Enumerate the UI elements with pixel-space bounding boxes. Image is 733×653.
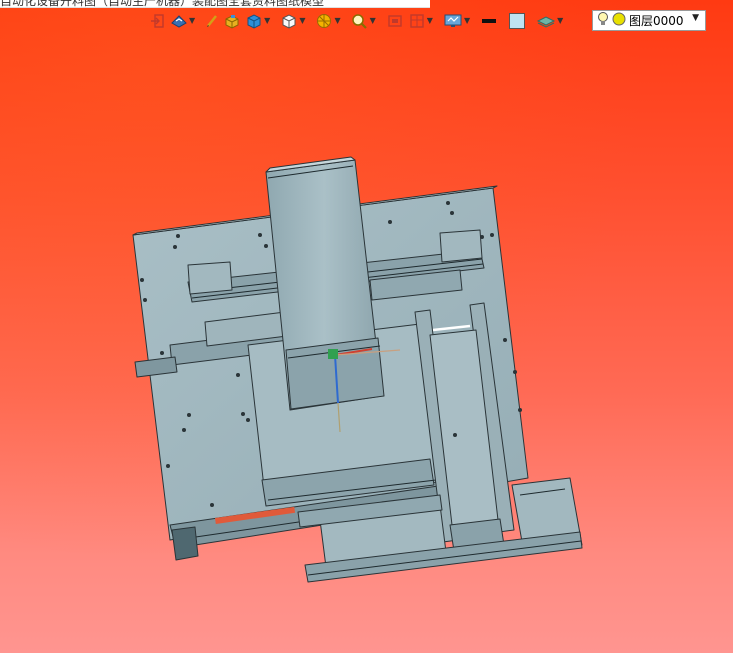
chevron-down-icon[interactable]: ▼	[464, 17, 470, 25]
pen-icon	[205, 13, 219, 29]
fill-color-icon	[508, 12, 526, 30]
chevron-down-icon[interactable]: ▼	[334, 17, 340, 25]
white-cube-icon	[280, 13, 298, 29]
layer-stack-icon	[536, 13, 556, 29]
lightbulb-icon	[597, 11, 609, 31]
render-style-button[interactable]: ▼	[313, 10, 348, 32]
sketch-button[interactable]	[203, 10, 221, 32]
heads-up-toolbar: ▼ ▼ ▼ ▼ ▼ ▼ ▼ ▼	[148, 10, 571, 32]
chevron-down-icon[interactable]: ▼	[370, 17, 376, 25]
line-color-button[interactable]	[478, 10, 500, 32]
cube-view-button[interactable]: ▼	[243, 10, 278, 32]
layer-stack-button[interactable]: ▼	[534, 10, 571, 32]
dimension-icon	[408, 13, 426, 29]
view-orient-button[interactable]: ▼	[168, 10, 203, 32]
display-settings-button[interactable]: ▼	[441, 10, 478, 32]
model-viewport[interactable]	[0, 34, 733, 653]
chevron-down-icon[interactable]: ▼	[427, 17, 433, 25]
chevron-down-icon[interactable]: ▼	[189, 17, 195, 25]
chevron-down-icon[interactable]: ▼	[299, 17, 305, 25]
current-layer-label: 图层0000	[629, 14, 684, 28]
window-titlebar: 自动化设备开料图（自动生产机器）装配图全套资料图纸模型	[0, 0, 430, 8]
solid-box-icon	[223, 13, 241, 29]
view-orient-icon	[170, 13, 188, 29]
solid-box-button[interactable]	[221, 10, 243, 32]
layer-color-icon	[612, 11, 626, 30]
white-cube-button[interactable]: ▼	[278, 10, 313, 32]
zoom-button[interactable]: ▼	[349, 10, 384, 32]
window-title: 自动化设备开料图（自动生产机器）装配图全套资料图纸模型	[0, 0, 325, 8]
chevron-down-icon[interactable]: ▼	[692, 13, 699, 23]
dimension-button[interactable]: ▼	[406, 10, 441, 32]
chevron-down-icon[interactable]: ▼	[557, 17, 563, 25]
fill-color-button[interactable]	[506, 10, 528, 32]
zoom-icon	[351, 13, 369, 29]
cad-model-drawing	[132, 156, 583, 583]
section-icon	[386, 13, 404, 29]
cube-view-icon	[245, 13, 263, 29]
section-view-button[interactable]	[384, 10, 406, 32]
line-color-icon	[480, 13, 498, 29]
render-style-icon	[315, 13, 333, 29]
exit-button[interactable]	[148, 10, 168, 32]
chevron-down-icon[interactable]: ▼	[264, 17, 270, 25]
display-settings-icon	[443, 13, 463, 29]
exit-icon	[150, 13, 166, 29]
layer-dropdown[interactable]: 图层0000 ▼	[592, 10, 706, 31]
